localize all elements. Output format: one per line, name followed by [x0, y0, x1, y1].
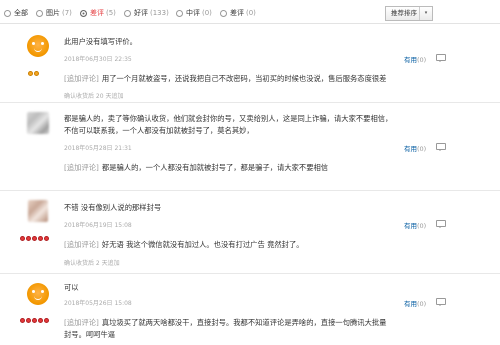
filter-images[interactable]: 图片 (7) — [36, 8, 72, 18]
append-time: 确认收货后 20 天追加 — [64, 93, 124, 100]
review-item: 都是骗人的，卖了等你确认收货，他们就会封你的号，又卖给别人，这是同上诈骗，请大家… — [0, 104, 500, 191]
review-item: 不错 没有像别人说的那样封号 2018年06月19日 15:08 有用(0) 追… — [0, 192, 500, 274]
filter-poor[interactable]: 差评 (0) — [220, 8, 256, 18]
filter-images-label: 图片 — [46, 9, 60, 17]
helpful-count: (0) — [417, 300, 427, 308]
avatar[interactable] — [27, 35, 49, 57]
review-item: 此用户没有填写评价。 2018年06月30日 22:35 有用(0) 追加评论用… — [0, 25, 500, 103]
review-text-line: 不信可以联系我，一个人都没有加就被封号了，莫名其妙， — [64, 126, 254, 135]
append-text: 好无语 我这个微信就没有加过人。也没有打过广告 竟然封了。 — [101, 240, 304, 249]
red-medal-icon — [38, 236, 43, 241]
append-tag: 追加评论 — [64, 318, 99, 327]
red-medal-icon — [44, 318, 49, 323]
append-tag: 追加评论 — [64, 240, 99, 249]
red-medal-icon — [32, 236, 37, 241]
helpful-label: 有用 — [404, 145, 417, 153]
reply-icon[interactable] — [436, 298, 446, 306]
member-badge — [28, 71, 39, 76]
filter-medium[interactable]: 中评 (0) — [176, 8, 212, 18]
helpful-count: (0) — [417, 222, 427, 230]
filter-all[interactable]: 全部 — [4, 8, 28, 18]
append-time: 确认收货后 2 天追加 — [64, 260, 120, 267]
append-review: 追加评论真垃圾买了就两天啥都没干，直接封号。我都不知道评论是弄啥的，直接一句腾讯… — [64, 318, 386, 328]
radio-icon[interactable] — [36, 9, 43, 17]
filter-images-count: (7) — [62, 9, 72, 17]
append-tag: 追加评论 — [64, 74, 99, 83]
helpful-link[interactable]: 有用(0) — [404, 54, 426, 64]
append-text: 都是骗人的，一个人都没有加就被封号了，都是骗子，请大家不要相信 — [101, 163, 329, 172]
filter-good[interactable]: 好评 (133) — [124, 8, 169, 18]
gold-medal-icon — [34, 71, 39, 76]
reply-icon[interactable] — [436, 220, 446, 228]
red-medal-icon — [44, 236, 49, 241]
member-badge — [20, 318, 49, 323]
review-time: 2018年06月19日 15:08 — [64, 222, 132, 229]
sort-dropdown[interactable]: 推荐排序 ▾ — [385, 6, 433, 21]
avatar[interactable] — [27, 283, 49, 305]
filter-medium-count: (0) — [202, 9, 212, 17]
review-time: 2018年06月30日 22:35 — [64, 56, 132, 63]
append-text-line: 封号。呵呵牛逼 — [64, 330, 116, 339]
append-review: 追加评论用了一个月就被盗号，还说我把自己不改密码，当初买的时候也没说，售后服务态… — [64, 74, 386, 84]
helpful-link[interactable]: 有用(0) — [404, 220, 426, 230]
review-text: 可以 — [64, 283, 79, 292]
sort-label: 推荐排序 — [391, 9, 417, 17]
review-filter-bar: 全部 图片 (7) 差评 (5) 好评 (133) 中评 (0) 差评 (0) … — [0, 0, 500, 24]
avatar[interactable] — [28, 200, 48, 222]
review-time: 2018年05月28日 21:31 — [64, 145, 132, 152]
radio-icon[interactable] — [4, 9, 11, 17]
helpful-label: 有用 — [404, 222, 417, 230]
append-text-line: 真垃圾买了就两天啥都没干，直接封号。我都不知道评论是弄啥的，直接一句腾讯大批量 — [101, 318, 387, 327]
red-medal-icon — [26, 318, 31, 323]
radio-icon[interactable] — [124, 9, 131, 17]
filter-medium-label: 中评 — [186, 9, 200, 17]
review-text: 此用户没有填写评价。 — [64, 37, 137, 46]
review-text: 不错 没有像别人说的那样封号 — [64, 203, 162, 212]
review-text-line: 都是骗人的，卖了等你确认收货，他们就会封你的号，又卖给别人，这是同上诈骗，请大家… — [64, 114, 393, 123]
red-medal-icon — [20, 318, 25, 323]
filter-good-count: (133) — [150, 9, 169, 17]
helpful-count: (0) — [417, 145, 427, 153]
radio-checked-icon[interactable] — [80, 9, 87, 17]
helpful-count: (0) — [417, 56, 427, 64]
review-time: 2018年05月26日 15:08 — [64, 300, 132, 307]
red-medal-icon — [26, 236, 31, 241]
gold-medal-icon — [28, 71, 33, 76]
append-tag: 追加评论 — [64, 163, 99, 172]
filter-bad-label: 差评 — [90, 9, 104, 17]
helpful-label: 有用 — [404, 300, 417, 308]
review-item: 可以 2018年05月26日 15:08 有用(0) 追加评论真垃圾买了就两天啥… — [0, 275, 500, 345]
filter-bad-count: (5) — [106, 9, 116, 17]
chevron-down-icon[interactable]: ▾ — [419, 7, 432, 20]
radio-icon[interactable] — [220, 9, 227, 17]
append-review: 追加评论都是骗人的，一个人都没有加就被封号了，都是骗子，请大家不要相信 — [64, 163, 328, 173]
filter-poor-label: 差评 — [230, 9, 244, 17]
red-medal-icon — [32, 318, 37, 323]
red-medal-icon — [38, 318, 43, 323]
filter-good-label: 好评 — [134, 9, 148, 17]
filter-poor-count: (0) — [246, 9, 256, 17]
reply-icon[interactable] — [436, 143, 446, 151]
red-medal-icon — [20, 236, 25, 241]
helpful-label: 有用 — [404, 56, 417, 64]
reply-icon[interactable] — [436, 54, 446, 62]
helpful-link[interactable]: 有用(0) — [404, 143, 426, 153]
filter-bad[interactable]: 差评 (5) — [80, 8, 116, 18]
filter-all-label: 全部 — [14, 9, 28, 17]
append-text: 用了一个月就被盗号，还说我把自己不改密码，当初买的时候也没说，售后服务态度很差 — [101, 74, 387, 83]
helpful-link[interactable]: 有用(0) — [404, 298, 426, 308]
append-review: 追加评论好无语 我这个微信就没有加过人。也没有打过广告 竟然封了。 — [64, 240, 304, 250]
member-badge — [20, 236, 49, 241]
avatar[interactable] — [27, 112, 49, 134]
radio-icon[interactable] — [176, 9, 183, 17]
